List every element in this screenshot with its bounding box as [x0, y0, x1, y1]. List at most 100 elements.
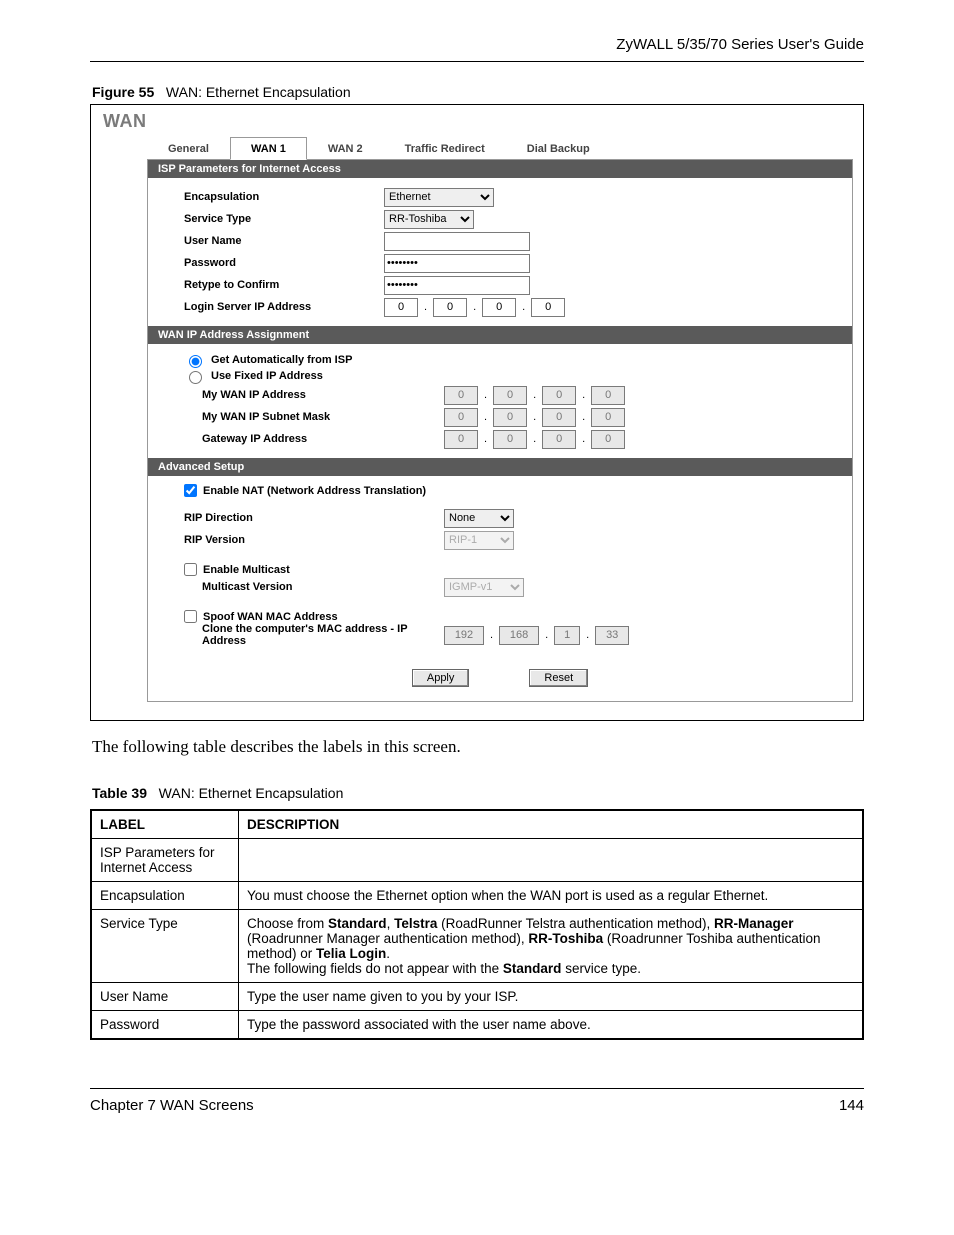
- cell-description: Choose from Standard, Telstra (RoadRunne…: [239, 910, 864, 983]
- th-description: DESCRIPTION: [239, 810, 864, 839]
- user-name-input[interactable]: [384, 232, 530, 251]
- cell-label: User Name: [91, 983, 239, 1011]
- retype-input[interactable]: [384, 276, 530, 295]
- page-footer: Chapter 7 WAN Screens 144: [90, 1088, 864, 1114]
- label-password: Password: [184, 257, 384, 269]
- table-row: EncapsulationYou must choose the Etherne…: [91, 882, 863, 910]
- clone-ip-oct4: [595, 626, 629, 645]
- label-multicast-version: Multicast Version: [184, 581, 424, 593]
- clone-ip-oct2: [499, 626, 539, 645]
- mywan-mask-oct3: [542, 408, 576, 427]
- cell-label: Password: [91, 1011, 239, 1040]
- label-enable-multicast: Enable Multicast: [203, 564, 290, 576]
- gw-ip-oct4: [591, 430, 625, 449]
- mywan-mask-oct1: [444, 408, 478, 427]
- table-row: User NameType the user name given to you…: [91, 983, 863, 1011]
- footer-chapter: Chapter 7 WAN Screens: [90, 1097, 254, 1114]
- figure-title: WAN: Ethernet Encapsulation: [166, 84, 351, 100]
- table-title: WAN: Ethernet Encapsulation: [159, 785, 344, 801]
- apply-button[interactable]: Apply: [412, 669, 470, 687]
- mywan-ip-oct2: [493, 386, 527, 405]
- enable-nat-checkbox[interactable]: [184, 484, 197, 497]
- my-wan-ip: . . .: [444, 386, 625, 405]
- cell-label: ISP Parameters for Internet Access: [91, 839, 239, 882]
- cell-label: Service Type: [91, 910, 239, 983]
- running-head: ZyWALL 5/35/70 Series User's Guide: [90, 36, 864, 53]
- mywan-mask-oct4: [591, 408, 625, 427]
- label-service-type: Service Type: [184, 213, 384, 225]
- clone-ip: . . .: [444, 626, 629, 645]
- tab-wan1[interactable]: WAN 1: [230, 137, 307, 160]
- page-title: WAN: [103, 111, 853, 132]
- cell-description: Type the user name given to you by your …: [239, 983, 864, 1011]
- label-user-name: User Name: [184, 235, 384, 247]
- radio-use-fixed[interactable]: [189, 371, 202, 384]
- tab-dial-backup[interactable]: Dial Backup: [506, 137, 611, 160]
- figure-label: Figure 55: [92, 84, 154, 100]
- clone-ip-oct1: [444, 626, 484, 645]
- cell-description: [239, 839, 864, 882]
- cell-label: Encapsulation: [91, 882, 239, 910]
- mywan-ip-oct1: [444, 386, 478, 405]
- wan1-panel: ISP Parameters for Internet Access Encap…: [147, 160, 853, 702]
- section-wan-ip: WAN IP Address Assignment: [148, 326, 852, 344]
- cell-description: You must choose the Ethernet option when…: [239, 882, 864, 910]
- label-login-server: Login Server IP Address: [184, 301, 384, 313]
- table-row: ISP Parameters for Internet Access: [91, 839, 863, 882]
- login-ip-oct1[interactable]: [384, 298, 418, 317]
- cell-description: Type the password associated with the us…: [239, 1011, 864, 1040]
- label-encapsulation: Encapsulation: [184, 191, 384, 203]
- login-ip-oct2[interactable]: [433, 298, 467, 317]
- login-ip-oct4[interactable]: [531, 298, 565, 317]
- gateway-ip: . . .: [444, 430, 625, 449]
- spoof-mac-checkbox[interactable]: [184, 610, 197, 623]
- service-type-select[interactable]: RR-Toshiba: [384, 210, 474, 229]
- label-use-fixed: Use Fixed IP Address: [211, 370, 323, 382]
- top-rule: [90, 61, 864, 62]
- label-rip-direction: RIP Direction: [184, 512, 424, 524]
- section-isp: ISP Parameters for Internet Access: [148, 160, 852, 178]
- clone-ip-oct3: [554, 626, 580, 645]
- label-enable-nat: Enable NAT (Network Address Translation): [203, 485, 426, 497]
- label-my-wan-ip: My WAN IP Address: [184, 389, 424, 401]
- label-rip-version: RIP Version: [184, 534, 424, 546]
- table-label: Table 39: [92, 785, 147, 801]
- figure-caption: Figure 55 WAN: Ethernet Encapsulation: [92, 84, 864, 100]
- my-wan-mask: . . .: [444, 408, 625, 427]
- rip-direction-select[interactable]: None: [444, 509, 514, 528]
- label-my-wan-mask: My WAN IP Subnet Mask: [184, 411, 424, 423]
- table-row: Service TypeChoose from Standard, Telstr…: [91, 910, 863, 983]
- login-ip-oct3[interactable]: [482, 298, 516, 317]
- table-row: PasswordType the password associated wit…: [91, 1011, 863, 1040]
- reset-button[interactable]: Reset: [529, 669, 588, 687]
- th-label: LABEL: [91, 810, 239, 839]
- gw-ip-oct3: [542, 430, 576, 449]
- label-spoof-mac: Spoof WAN MAC Address: [203, 611, 338, 623]
- footer-page: 144: [839, 1097, 864, 1114]
- label-clone-mac: Clone the computer's MAC address - IP Ad…: [184, 623, 424, 647]
- mywan-mask-oct2: [493, 408, 527, 427]
- gw-ip-oct2: [493, 430, 527, 449]
- encapsulation-select[interactable]: Ethernet: [384, 188, 494, 207]
- radio-get-auto[interactable]: [189, 355, 202, 368]
- tab-general[interactable]: General: [147, 137, 230, 160]
- login-server-ip: . . .: [384, 298, 565, 317]
- section-advanced: Advanced Setup: [148, 458, 852, 476]
- mywan-ip-oct3: [542, 386, 576, 405]
- multicast-version-select: IGMP-v1: [444, 578, 524, 597]
- gw-ip-oct1: [444, 430, 478, 449]
- tab-bar: General WAN 1 WAN 2 Traffic Redirect Dia…: [147, 136, 853, 160]
- tab-traffic-redirect[interactable]: Traffic Redirect: [384, 137, 506, 160]
- body-text: The following table describes the labels…: [92, 737, 864, 757]
- enable-multicast-checkbox[interactable]: [184, 563, 197, 576]
- label-retype: Retype to Confirm: [184, 279, 384, 291]
- description-table: LABEL DESCRIPTION ISP Parameters for Int…: [90, 809, 864, 1040]
- tab-wan2[interactable]: WAN 2: [307, 137, 384, 160]
- label-get-auto: Get Automatically from ISP: [211, 354, 352, 366]
- label-gateway: Gateway IP Address: [184, 433, 424, 445]
- password-input[interactable]: [384, 254, 530, 273]
- rip-version-select: RIP-1: [444, 531, 514, 550]
- wan-screenshot: WAN General WAN 1 WAN 2 Traffic Redirect…: [90, 104, 864, 721]
- table-caption: Table 39 WAN: Ethernet Encapsulation: [92, 785, 864, 801]
- mywan-ip-oct4: [591, 386, 625, 405]
